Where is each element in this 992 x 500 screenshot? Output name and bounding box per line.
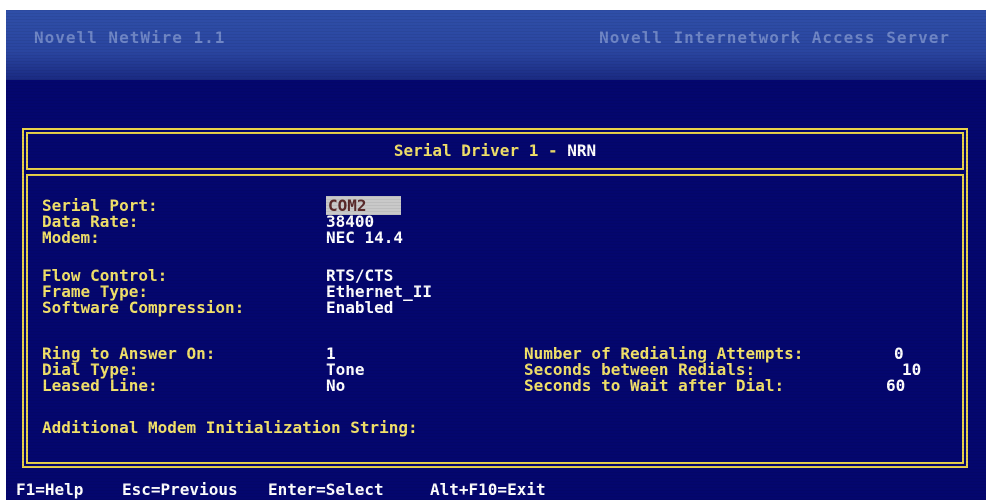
panel-title-prefix: Serial Driver 1 -	[393, 141, 568, 160]
select-key[interactable]: Enter=Select	[268, 480, 384, 499]
modem-value[interactable]: NEC 14.4	[326, 228, 403, 247]
seconds-to-wait-value[interactable]: 60	[886, 376, 905, 395]
help-key[interactable]: F1=Help	[16, 480, 83, 499]
panel-title-name: NRN	[567, 141, 597, 160]
init-string-label: Additional Modem Initialization String:	[42, 418, 418, 437]
previous-key[interactable]: Esc=Previous	[122, 480, 238, 499]
terminal-screen: Novell NetWire 1.1 Novell Internetwork A…	[6, 10, 986, 500]
modem-label: Modem:	[42, 228, 100, 247]
software-compression-label: Software Compression:	[42, 298, 245, 317]
software-compression-value[interactable]: Enabled	[326, 298, 393, 317]
panel-title: Serial Driver 1 - NRN	[28, 134, 962, 168]
window-title-right: Novell Internetwork Access Server	[599, 28, 950, 47]
leased-line-label: Leased Line:	[42, 376, 158, 395]
leased-line-value[interactable]: No	[326, 376, 345, 395]
window-title-left: Novell NetWire 1.1	[34, 28, 226, 47]
function-key-bar: F1=Help Esc=Previous Enter=Select Alt+F1…	[6, 478, 986, 500]
panel-header: Serial Driver 1 - NRN	[26, 132, 964, 170]
exit-key[interactable]: Alt+F10=Exit	[430, 480, 546, 499]
title-bar: Novell NetWire 1.1 Novell Internetwork A…	[6, 10, 986, 80]
seconds-to-wait-label: Seconds to Wait after Dial:	[524, 376, 785, 395]
